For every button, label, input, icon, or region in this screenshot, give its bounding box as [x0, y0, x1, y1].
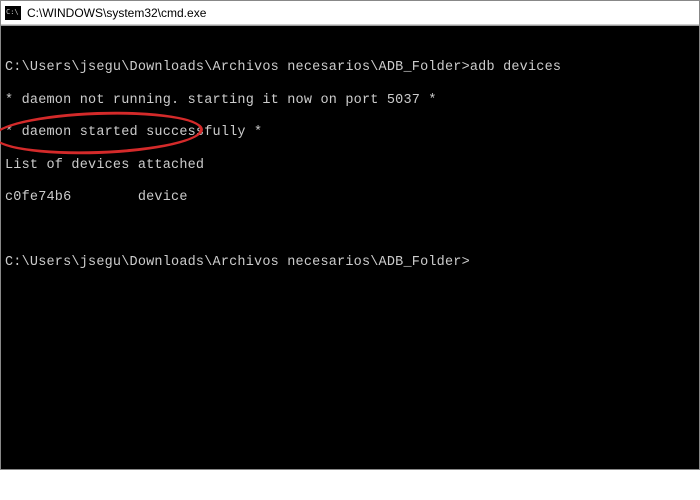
cmd-window: C:\WINDOWS\system32\cmd.exe C:\Users\jse… [0, 0, 700, 470]
prompt-path: C:\Users\jsegu\Downloads\Archivos necesa… [5, 255, 470, 270]
terminal-output: List of devices attached [5, 158, 695, 174]
terminal-output: * daemon started successfully * [5, 125, 695, 141]
terminal-output: c0fe74b6 device [5, 190, 695, 206]
terminal-body[interactable]: C:\Users\jsegu\Downloads\Archivos necesa… [1, 26, 699, 469]
titlebar[interactable]: C:\WINDOWS\system32\cmd.exe [1, 1, 699, 25]
cmd-icon [5, 6, 21, 20]
prompt-path: C:\Users\jsegu\Downloads\Archivos necesa… [5, 60, 470, 75]
terminal-output: * daemon not running. starting it now on… [5, 93, 695, 109]
terminal-prompt-line: C:\Users\jsegu\Downloads\Archivos necesa… [5, 60, 695, 76]
terminal-prompt-line: C:\Users\jsegu\Downloads\Archivos necesa… [5, 255, 695, 271]
window-title: C:\WINDOWS\system32\cmd.exe [27, 6, 206, 20]
command-text: adb devices [470, 60, 561, 75]
